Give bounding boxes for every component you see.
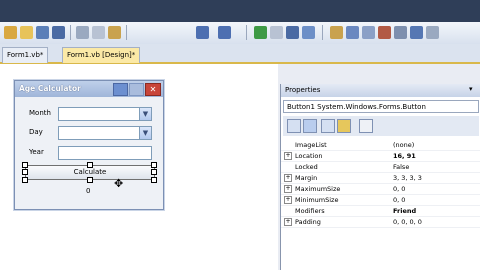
property-row[interactable]: ImageList (none) <box>281 140 480 151</box>
property-row[interactable]: + Padding 0, 0, 0, 0 <box>281 217 480 228</box>
year-label: Year <box>29 148 44 156</box>
toolbar-separator <box>246 25 247 40</box>
property-value[interactable]: (none) <box>393 140 414 150</box>
pause-icon[interactable] <box>270 26 283 39</box>
categorized-icon[interactable] <box>287 119 301 133</box>
properties-panel: Properties ▾ Button1 System.Windows.Form… <box>280 84 480 270</box>
cut-icon[interactable] <box>76 26 89 39</box>
toolbar-separator <box>126 25 127 40</box>
resize-handle[interactable] <box>22 177 28 183</box>
maximize-icon[interactable] <box>129 83 144 96</box>
property-name: Modifiers <box>295 207 325 215</box>
property-value[interactable]: 3, 3, 3, 3 <box>393 173 422 183</box>
property-value[interactable]: 16, 91 <box>393 151 416 161</box>
property-pages-icon[interactable] <box>359 119 373 133</box>
property-name: Locked <box>295 163 318 171</box>
expand-icon[interactable]: + <box>284 152 292 160</box>
alphabetical-icon[interactable] <box>303 119 317 133</box>
resize-handle[interactable] <box>151 162 157 168</box>
start-page-icon[interactable] <box>410 26 423 39</box>
paste-icon[interactable] <box>108 26 121 39</box>
resize-handle[interactable] <box>87 177 93 183</box>
object-selector[interactable]: Button1 System.Windows.Forms.Button <box>283 100 479 113</box>
property-row[interactable]: + MaximumSize 0, 0 <box>281 184 480 195</box>
events-icon[interactable] <box>337 119 351 133</box>
year-textbox[interactable] <box>58 146 152 160</box>
close-icon[interactable]: ✕ <box>145 83 161 96</box>
day-label: Day <box>29 128 43 136</box>
document-tabs: Form1.vb* Form1.vb [Design]* <box>0 44 480 64</box>
find-icon[interactable] <box>330 26 343 39</box>
toolbox-icon[interactable] <box>394 26 407 39</box>
resize-handle[interactable] <box>151 177 157 183</box>
property-name: Margin <box>295 174 318 182</box>
copy-icon[interactable] <box>92 26 105 39</box>
window-chrome <box>0 0 480 22</box>
result-label: 0 <box>86 187 91 195</box>
property-row[interactable]: Modifiers Friend <box>281 206 480 217</box>
tab-form1-design[interactable]: Form1.vb [Design]* <box>62 47 141 63</box>
resize-handle[interactable] <box>22 162 28 168</box>
object-browser-icon[interactable] <box>378 26 391 39</box>
day-combobox[interactable]: ▼ <box>58 126 152 140</box>
property-row[interactable]: + Location 16, 91 <box>281 151 480 162</box>
designed-form[interactable]: Age Calculator ✕ Month ▼ Day ▼ Year Calc… <box>14 80 164 210</box>
property-name: MaximumSize <box>295 185 341 193</box>
expand-icon[interactable]: + <box>284 174 292 182</box>
new-project-icon[interactable] <box>4 26 17 39</box>
undo-icon[interactable] <box>196 26 209 39</box>
property-row[interactable]: + MinimumSize 0, 0 <box>281 195 480 206</box>
minimize-icon[interactable] <box>113 83 128 96</box>
properties-title: Properties <box>281 84 480 97</box>
toolbar-separator <box>70 25 71 40</box>
resize-handle[interactable] <box>151 169 157 175</box>
start-debug-icon[interactable] <box>254 26 267 39</box>
open-folder-icon[interactable] <box>20 26 33 39</box>
property-value[interactable]: 0, 0 <box>393 184 405 194</box>
solution-explorer-icon[interactable] <box>346 26 359 39</box>
expand-icon[interactable]: + <box>284 185 292 193</box>
property-value[interactable]: Friend <box>393 206 416 216</box>
properties-toolbar <box>283 116 479 136</box>
resize-handle[interactable] <box>87 162 93 168</box>
property-row[interactable]: Locked False <box>281 162 480 173</box>
stop-icon[interactable] <box>286 26 299 39</box>
tab-form1-code[interactable]: Form1.vb* <box>2 47 49 63</box>
property-name: Padding <box>295 218 321 226</box>
expand-icon[interactable]: + <box>284 218 292 226</box>
toolbar-separator <box>322 25 323 40</box>
step-into-icon[interactable] <box>302 26 315 39</box>
property-row[interactable]: + Margin 3, 3, 3, 3 <box>281 173 480 184</box>
property-name: MinimumSize <box>295 196 339 204</box>
property-value[interactable]: 0, 0, 0, 0 <box>393 217 422 227</box>
toolbar-overflow-icon[interactable] <box>426 26 439 39</box>
save-all-icon[interactable] <box>52 26 65 39</box>
form-title: Age Calculator <box>19 84 81 93</box>
move-cursor-icon: ✥ <box>114 177 124 190</box>
chevron-down-icon[interactable]: ▼ <box>139 108 151 120</box>
expand-icon[interactable]: + <box>284 196 292 204</box>
month-label: Month <box>29 109 51 117</box>
month-combobox[interactable]: ▼ <box>58 107 152 121</box>
properties-window-icon[interactable] <box>362 26 375 39</box>
panel-pin-icon[interactable]: ▾ <box>469 85 473 93</box>
resize-handle[interactable] <box>22 169 28 175</box>
save-icon[interactable] <box>36 26 49 39</box>
property-name: ImageList <box>295 141 327 149</box>
property-value[interactable]: 0, 0 <box>393 195 405 205</box>
main-toolbar <box>0 22 480 45</box>
chevron-down-icon[interactable]: ▼ <box>139 127 151 139</box>
form-title-bar: Age Calculator ✕ <box>15 81 163 97</box>
property-value[interactable]: False <box>393 162 409 172</box>
property-name: Location <box>295 152 323 160</box>
properties-view-icon[interactable] <box>321 119 335 133</box>
redo-icon[interactable] <box>218 26 231 39</box>
